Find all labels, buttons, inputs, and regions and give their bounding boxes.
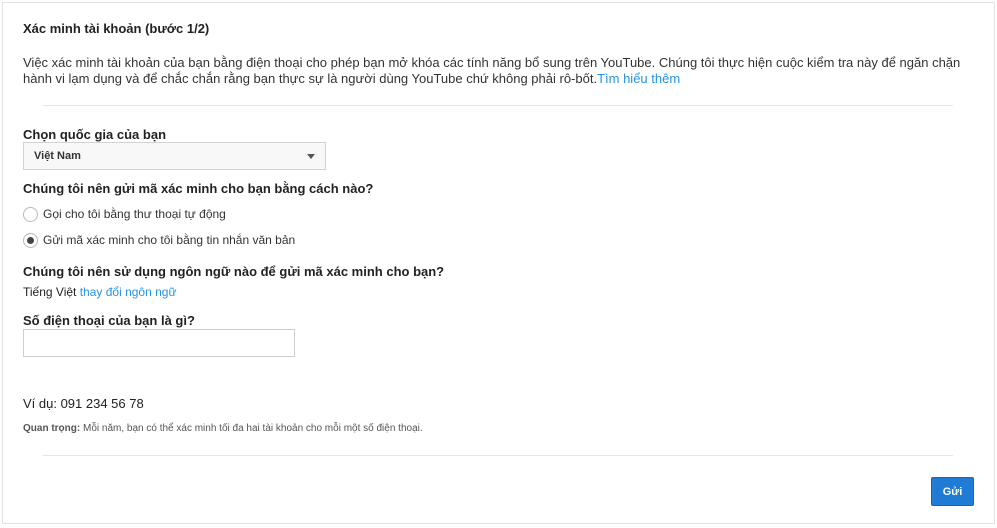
radio-option-call[interactable]: Gọi cho tôi bằng thư thoại tự động <box>23 207 283 223</box>
language-row: Tiếng Việt thay đổi ngôn ngữ <box>23 285 177 299</box>
important-note: Quan trọng: Mỗi năm, bạn có thể xác minh… <box>23 423 423 434</box>
radio-button-sms[interactable] <box>23 233 38 248</box>
page-description: Việc xác minh tài khoản của bạn bằng điệ… <box>23 55 983 87</box>
description-text: Việc xác minh tài khoản của bạn bằng điệ… <box>23 55 961 86</box>
country-selected-value: Việt Nam <box>34 150 81 162</box>
top-divider <box>43 105 953 106</box>
phone-example: Ví dụ: 091 234 56 78 <box>23 396 144 411</box>
note-text: Mỗi năm, bạn có thể xác minh tối đa hai … <box>80 423 423 434</box>
radio-option-sms[interactable]: Gửi mã xác minh cho tôi bằng tin nhắn vă… <box>23 233 343 249</box>
note-strong: Quan trọng: <box>23 423 81 434</box>
change-language-link[interactable]: thay đổi ngôn ngữ <box>80 285 177 299</box>
page-title: Xác minh tài khoản (bước 1/2) <box>23 21 210 36</box>
current-language: Tiếng Việt <box>23 285 77 299</box>
phone-number-input[interactable] <box>23 329 295 357</box>
radio-label-sms: Gửi mã xác minh cho tôi bằng tin nhắn vă… <box>43 233 296 247</box>
chevron-down-icon <box>307 154 315 159</box>
country-select[interactable]: Việt Nam <box>23 142 326 170</box>
radio-label-call: Gọi cho tôi bằng thư thoại tự động <box>43 207 226 221</box>
language-question: Chúng tôi nên sử dụng ngôn ngữ nào để gử… <box>23 264 445 279</box>
country-label: Chọn quốc gia của bạn <box>23 127 167 142</box>
radio-button-call[interactable] <box>23 207 38 222</box>
method-question: Chúng tôi nên gửi mã xác minh cho bạn bằ… <box>23 181 374 196</box>
phone-label: Số điện thoại của bạn là gì? <box>23 313 195 328</box>
bottom-divider <box>43 455 953 456</box>
verification-panel: Xác minh tài khoản (bước 1/2) Việc xác m… <box>2 2 995 524</box>
submit-button[interactable]: Gửi <box>931 477 974 506</box>
learn-more-link[interactable]: Tìm hiểu thêm <box>597 71 680 86</box>
